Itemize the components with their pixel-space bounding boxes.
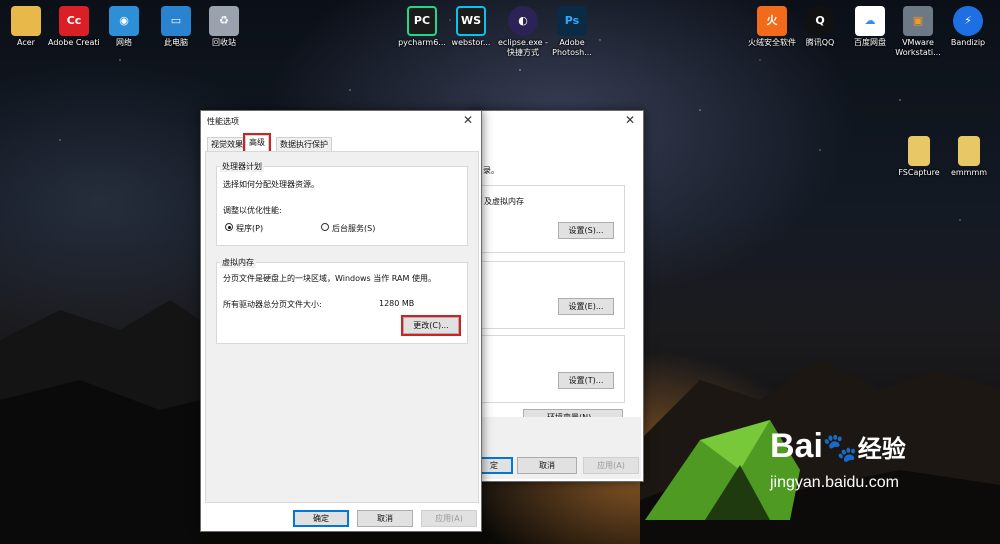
adobe-cc-icon: Cc: [59, 6, 89, 36]
desktop-icon-photoshop[interactable]: Ps Adobe Photosh...: [546, 6, 598, 58]
change-button[interactable]: 更改(C)...: [401, 315, 461, 336]
watermark-url: jingyan.baidu.com: [770, 474, 899, 491]
dialog-title: 性能选项: [207, 117, 239, 126]
watermark-logo: Bai🐾du经验: [770, 427, 906, 465]
back-intro-text: 录。: [483, 166, 499, 175]
adjust-label: 调整以优化性能:: [223, 206, 282, 215]
perf-group-text: 及虚拟内存: [484, 197, 524, 206]
desktop-icon-this-pc[interactable]: ▭ 此电脑: [150, 6, 202, 48]
desktop-icon-qq[interactable]: Q 腾讯QQ: [794, 6, 846, 48]
photoshop-icon: Ps: [557, 6, 587, 36]
desktop-icon-fscapture[interactable]: FSCapture: [893, 136, 945, 178]
network-icon: ◉: [109, 6, 139, 36]
radio-background-services[interactable]: [321, 223, 329, 231]
settings-s-button[interactable]: 设置(S)...: [558, 222, 614, 239]
apply-button[interactable]: 应用(A): [421, 510, 477, 527]
cancel-button[interactable]: 取消: [357, 510, 413, 527]
close-icon[interactable]: ✕: [625, 113, 635, 127]
vm-group-title: 虚拟内存: [220, 257, 256, 268]
perf-titlebar: 性能选项 ✕: [201, 111, 481, 131]
baidu-jingyan-watermark: Bai🐾du经验 jingyan.baidu.com: [770, 428, 906, 492]
processor-scheduling-group: 处理器计划 选择如何分配处理器资源。 调整以优化性能: 程序(P) 后台服务(S…: [216, 161, 468, 246]
desktop-icon-adobe-cc[interactable]: Cc Adobe Creati...: [48, 6, 100, 48]
back-apply-button[interactable]: 应用(A): [583, 457, 639, 474]
radio-programs-label[interactable]: 程序(P): [236, 223, 263, 234]
desktop-icon-network[interactable]: ◉ 网络: [98, 6, 150, 48]
back-cancel-button[interactable]: 取消: [517, 457, 577, 474]
qq-icon: Q: [805, 6, 835, 36]
system-properties-window: ✕ 录。 及虚拟内存 设置(S)... 设置(E)... 设置(T)... 环境…: [470, 110, 644, 482]
startup-recovery-group: 设置(T)...: [479, 335, 625, 403]
vm-total-value: 1280 MB: [379, 299, 415, 308]
recycle-bin-icon: ♻: [209, 6, 239, 36]
baidu-netdisk-icon: ☁: [855, 6, 885, 36]
processor-desc: 选择如何分配处理器资源。: [223, 180, 319, 189]
desktop-icon-eclipse[interactable]: ◐ eclipse.exe - 快捷方式: [495, 6, 551, 58]
processor-group-title: 处理器计划: [220, 161, 264, 172]
tab-advanced[interactable]: 高级: [243, 133, 271, 154]
vmware-icon: ▣: [903, 6, 933, 36]
close-icon[interactable]: ✕: [463, 113, 473, 127]
virtual-memory-group: 虚拟内存 分页文件是硬盘上的一块区域，Windows 当作 RAM 使用。 所有…: [216, 257, 468, 344]
desktop-icon-recycle-bin[interactable]: ♻ 回收站: [198, 6, 250, 48]
radio-programs[interactable]: [225, 223, 233, 231]
settings-t-button[interactable]: 设置(T)...: [558, 372, 614, 389]
desktop-icon-emmmm[interactable]: emmmm: [943, 136, 995, 178]
paw-icon: 🐾: [822, 432, 858, 463]
back-titlebar: ✕: [471, 111, 643, 131]
desktop-icon-baidu-netdisk[interactable]: ☁ 百度网盘: [844, 6, 896, 48]
settings-e-button[interactable]: 设置(E)...: [558, 298, 614, 315]
folder-user-icon: [11, 6, 41, 36]
back-footer: 定 取消 应用(A): [471, 417, 641, 479]
performance-group: 及虚拟内存 设置(S)...: [479, 185, 625, 253]
eclipse-icon: ◐: [508, 6, 538, 36]
pycharm-icon: PC: [407, 6, 437, 36]
zip-folder-icon: [908, 136, 930, 166]
user-profiles-group: 设置(E)...: [479, 261, 625, 329]
advanced-tab-panel: 处理器计划 选择如何分配处理器资源。 调整以优化性能: 程序(P) 后台服务(S…: [205, 151, 479, 503]
tab-visual-effects[interactable]: 视觉效果: [207, 137, 247, 152]
desktop-icon-huorong[interactable]: 火 火绒安全软件: [744, 6, 800, 48]
vm-desc: 分页文件是硬盘上的一块区域，Windows 当作 RAM 使用。: [223, 274, 436, 283]
bandizip-icon: ⚡: [953, 6, 983, 36]
desktop-icon-pycharm[interactable]: PC pycharm6...: [396, 6, 448, 48]
tab-strip: 视觉效果 高级 数据执行保护: [207, 133, 477, 154]
performance-options-dialog: 性能选项 ✕ 视觉效果 高级 数据执行保护 处理器计划 选择如何分配处理器资源。…: [200, 110, 482, 532]
desktop-icon-acer[interactable]: Acer: [0, 6, 52, 48]
radio-background-services-label[interactable]: 后台服务(S): [332, 223, 375, 234]
webstorm-icon: WS: [456, 6, 486, 36]
vm-total-label: 所有驱动器总分页文件大小:: [223, 300, 322, 309]
desktop-icon-vmware[interactable]: ▣ VMware Workstati...: [892, 6, 944, 58]
ok-button[interactable]: 确定: [293, 510, 349, 527]
zip-folder-icon: [958, 136, 980, 166]
desktop-icon-bandizip[interactable]: ⚡ Bandizip: [942, 6, 994, 48]
computer-icon: ▭: [161, 6, 191, 36]
desktop-icon-webstorm[interactable]: WS webstor...: [445, 6, 497, 48]
huorong-icon: 火: [757, 6, 787, 36]
tab-dep[interactable]: 数据执行保护: [276, 137, 332, 152]
